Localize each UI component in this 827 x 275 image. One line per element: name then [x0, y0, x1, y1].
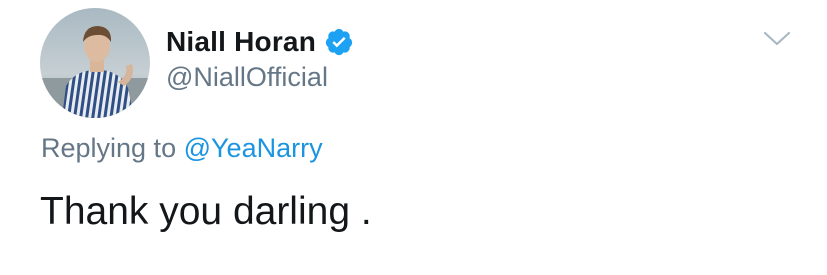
- reply-mention-link[interactable]: @YeaNarry: [184, 133, 323, 163]
- chevron-down-icon[interactable]: [760, 28, 794, 50]
- tweet-text: Thank you darling .: [40, 190, 372, 233]
- author-name-row[interactable]: Niall Horan: [166, 22, 354, 62]
- tweet-card: Niall Horan @NiallOfficial Replying to @…: [0, 0, 827, 275]
- avatar-photo: [40, 8, 150, 118]
- replying-to: Replying to @YeaNarry: [41, 133, 323, 164]
- display-name[interactable]: Niall Horan: [166, 26, 316, 58]
- avatar[interactable]: [40, 8, 150, 118]
- replying-to-label: Replying to: [41, 133, 177, 163]
- verified-badge-icon: [324, 27, 354, 57]
- author-handle[interactable]: @NiallOfficial: [166, 62, 328, 93]
